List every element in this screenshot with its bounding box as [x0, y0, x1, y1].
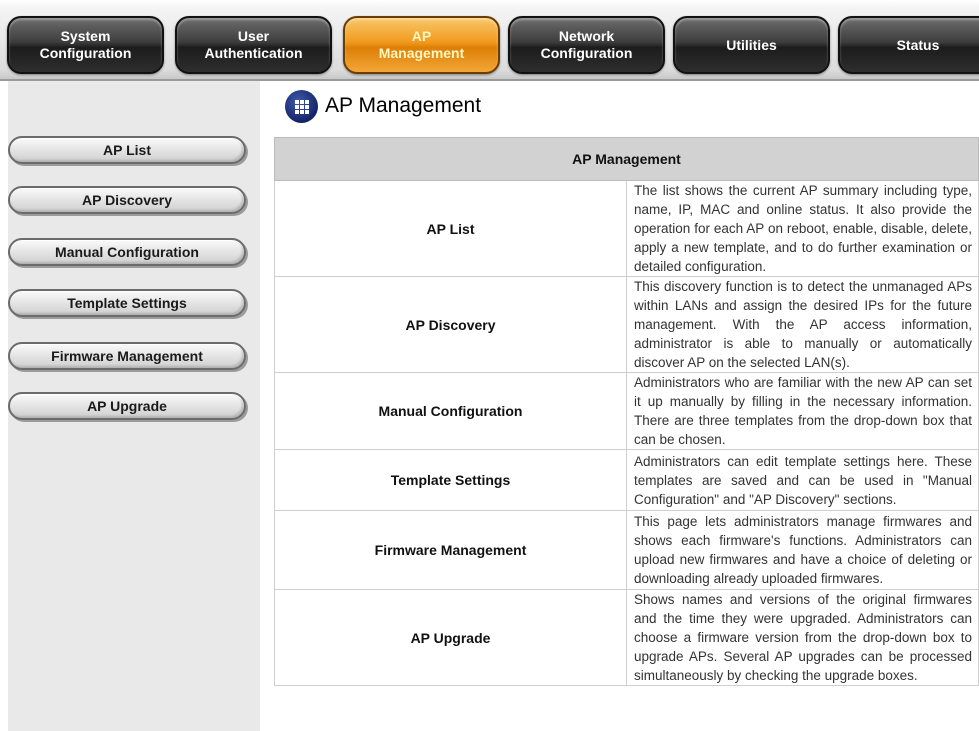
table-row: Manual Configuration Administrators who … [274, 372, 979, 450]
tab-system-configuration[interactable]: System Configuration [7, 16, 164, 74]
tab-label-line2: Configuration [39, 45, 132, 61]
top-tab-bar: System Configuration User Authentication… [0, 0, 979, 79]
ap-management-table: AP Management AP List The list shows the… [274, 137, 979, 686]
row-description: This page lets administrators manage fir… [626, 510, 979, 590]
tab-label-line1: User [237, 28, 270, 44]
sidebar-item-label: AP Discovery [81, 192, 172, 208]
sidebar-item-ap-upgrade[interactable]: AP Upgrade [8, 392, 246, 420]
grid-icon [285, 90, 318, 123]
row-name: Firmware Management [274, 510, 627, 590]
tab-label-line1: Network [558, 28, 615, 44]
row-description: Administrators can edit template setting… [626, 449, 979, 511]
tab-utilities[interactable]: Utilities [673, 16, 830, 74]
sidebar-item-template-settings[interactable]: Template Settings [8, 289, 246, 317]
tab-label-line2: Authentication [204, 45, 303, 61]
page-title: AP Management [325, 94, 482, 117]
table-row: AP List The list shows the current AP su… [274, 180, 979, 277]
row-description: This discovery function is to detect the… [626, 276, 979, 373]
sidebar: AP List AP Discovery Manual Configuratio… [8, 81, 260, 731]
table-header-row: AP Management [274, 137, 979, 181]
row-name: AP List [274, 180, 627, 277]
sidebar-item-manual-configuration[interactable]: Manual Configuration [8, 238, 246, 266]
table-row: AP Upgrade Shows names and versions of t… [274, 589, 979, 686]
sidebar-item-firmware-management[interactable]: Firmware Management [8, 342, 246, 370]
table-row: Template Settings Administrators can edi… [274, 449, 979, 511]
sidebar-item-ap-list[interactable]: AP List [8, 136, 246, 164]
tab-ap-management[interactable]: AP Management [343, 16, 500, 74]
tab-label-line2: Configuration [540, 45, 633, 61]
sidebar-item-label: AP Upgrade [87, 398, 167, 414]
tab-label-line2: Management [378, 45, 465, 61]
sidebar-item-label: Template Settings [67, 295, 187, 311]
row-description: Administrators who are familiar with the… [626, 372, 979, 450]
tab-status[interactable]: Status [838, 16, 979, 74]
row-description: Shows names and versions of the original… [626, 589, 979, 686]
tab-user-authentication[interactable]: User Authentication [175, 16, 332, 74]
row-name: AP Upgrade [274, 589, 627, 686]
row-name: Template Settings [274, 449, 627, 511]
row-name: AP Discovery [274, 276, 627, 373]
tab-label-line1: System [60, 28, 111, 44]
tab-network-configuration[interactable]: Network Configuration [508, 16, 665, 74]
sidebar-item-label: Manual Configuration [55, 244, 199, 260]
tab-label-line1: Utilities [726, 36, 777, 53]
sidebar-item-ap-discovery[interactable]: AP Discovery [8, 186, 246, 214]
table-header: AP Management [274, 137, 979, 181]
sidebar-item-label: AP List [103, 142, 151, 158]
row-name: Manual Configuration [274, 372, 627, 450]
row-description: The list shows the current AP summary in… [626, 180, 979, 277]
sidebar-item-label: Firmware Management [51, 348, 203, 364]
tab-label-line1: Status [896, 36, 940, 53]
tab-label-line1: AP [411, 28, 432, 44]
table-row: AP Discovery This discovery function is … [274, 276, 979, 373]
table-row: Firmware Management This page lets admin… [274, 510, 979, 590]
